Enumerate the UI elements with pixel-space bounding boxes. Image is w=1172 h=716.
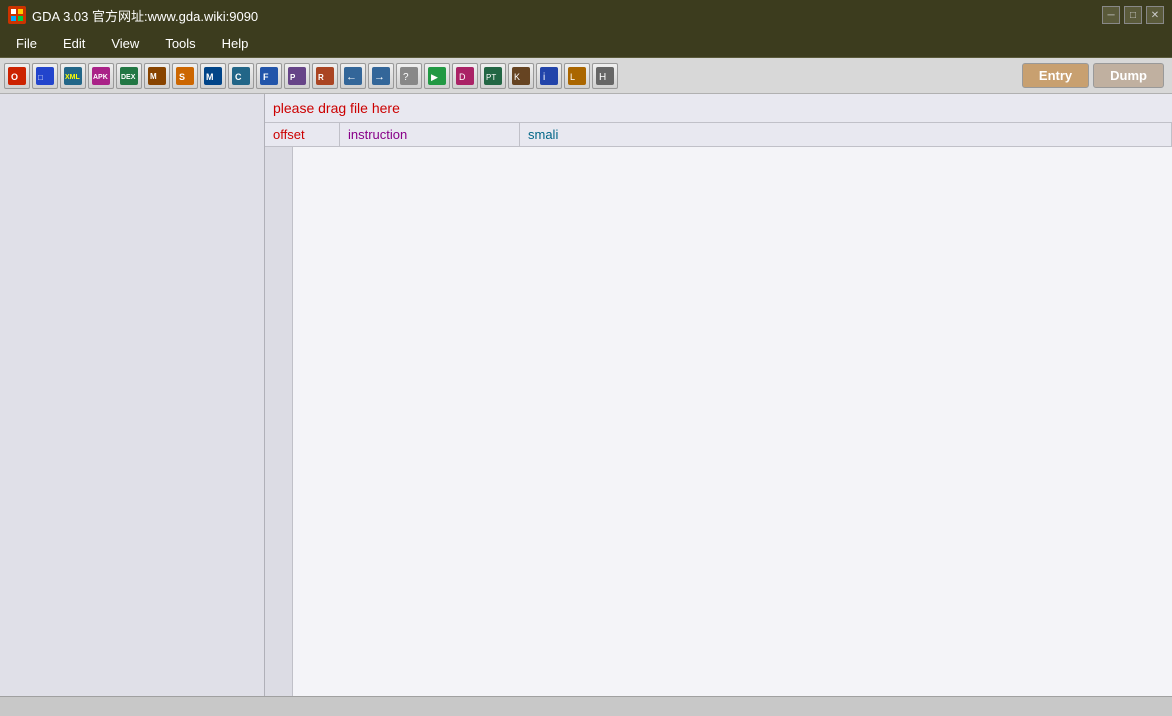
svg-text:←: ← bbox=[346, 71, 357, 83]
toolbar-manifest[interactable]: M bbox=[144, 63, 170, 89]
svg-text:K: K bbox=[514, 72, 520, 82]
top-right-buttons: Entry Dump bbox=[1022, 63, 1164, 88]
svg-text:PT: PT bbox=[486, 73, 496, 82]
menu-tools[interactable]: Tools bbox=[153, 32, 207, 55]
toolbar-search[interactable]: ? bbox=[396, 63, 422, 89]
window-title: GDA 3.03 官方网址:www.gda.wiki:9090 bbox=[32, 6, 258, 25]
svg-text:DEX: DEX bbox=[121, 74, 136, 81]
right-panel: please drag file here offset instruction… bbox=[265, 94, 1172, 696]
svg-text:M: M bbox=[206, 72, 214, 82]
svg-text:P: P bbox=[290, 73, 296, 82]
toolbar-debug[interactable]: D bbox=[452, 63, 478, 89]
toolbar-forward[interactable]: → bbox=[368, 63, 394, 89]
toolbar-field[interactable]: F bbox=[256, 63, 282, 89]
toolbar-string[interactable]: S bbox=[172, 63, 198, 89]
svg-text:i: i bbox=[543, 72, 545, 83]
svg-text:L: L bbox=[570, 72, 575, 82]
toolbar-pkg[interactable]: P bbox=[284, 63, 310, 89]
dump-button[interactable]: Dump bbox=[1093, 63, 1164, 88]
svg-text:H: H bbox=[599, 72, 606, 83]
svg-text:XML: XML bbox=[65, 74, 81, 81]
toolbar-res[interactable]: R bbox=[312, 63, 338, 89]
close-button[interactable]: ✕ bbox=[1146, 6, 1164, 24]
svg-text:S: S bbox=[179, 72, 185, 82]
menu-file[interactable]: File bbox=[4, 32, 49, 55]
toolbar-apk[interactable]: APK bbox=[88, 63, 114, 89]
toolbar: O □ XML APK DEX M S M C F P R ← → ? ▶ D bbox=[0, 58, 1172, 94]
toolbar-sign[interactable]: K bbox=[508, 63, 534, 89]
menu-bar: File Edit View Tools Help bbox=[0, 30, 1172, 58]
svg-text:R: R bbox=[318, 73, 324, 82]
svg-text:APK: APK bbox=[93, 74, 108, 81]
svg-text:O: O bbox=[11, 72, 18, 82]
svg-text:C: C bbox=[235, 72, 242, 82]
toolbar-method[interactable]: M bbox=[200, 63, 226, 89]
left-panel bbox=[0, 94, 265, 696]
line-numbers bbox=[265, 147, 293, 696]
menu-help[interactable]: Help bbox=[210, 32, 261, 55]
svg-text:D: D bbox=[459, 72, 466, 82]
smali-column-header: smali bbox=[520, 123, 1172, 146]
svg-text:M: M bbox=[150, 72, 157, 81]
toolbar-info[interactable]: i bbox=[536, 63, 562, 89]
maximize-button[interactable]: □ bbox=[1124, 6, 1142, 24]
column-headers: offset instruction smali bbox=[265, 123, 1172, 147]
svg-text:F: F bbox=[263, 72, 269, 82]
toolbar-help[interactable]: H bbox=[592, 63, 618, 89]
toolbar-open[interactable]: O bbox=[4, 63, 30, 89]
svg-text:□: □ bbox=[38, 73, 43, 82]
toolbar-run[interactable]: ▶ bbox=[424, 63, 450, 89]
toolbar-patch[interactable]: PT bbox=[480, 63, 506, 89]
window-controls: ─ □ ✕ bbox=[1102, 6, 1164, 24]
drag-area[interactable]: please drag file here bbox=[265, 94, 1172, 123]
title-bar: GDA 3.03 官方网址:www.gda.wiki:9090 ─ □ ✕ bbox=[0, 0, 1172, 30]
instruction-column-header: instruction bbox=[340, 123, 520, 146]
toolbar-back[interactable]: ← bbox=[340, 63, 366, 89]
offset-column-header: offset bbox=[265, 123, 340, 146]
svg-text:?: ? bbox=[403, 72, 409, 83]
minimize-button[interactable]: ─ bbox=[1102, 6, 1120, 24]
menu-view[interactable]: View bbox=[99, 32, 151, 55]
toolbar-class[interactable]: C bbox=[228, 63, 254, 89]
toolbar-xml[interactable]: XML bbox=[60, 63, 86, 89]
svg-text:→: → bbox=[374, 71, 385, 83]
code-area[interactable] bbox=[293, 147, 1172, 696]
svg-text:▶: ▶ bbox=[431, 72, 438, 82]
menu-edit[interactable]: Edit bbox=[51, 32, 97, 55]
code-content-area bbox=[265, 147, 1172, 696]
drag-area-text: please drag file here bbox=[273, 100, 400, 116]
entry-button[interactable]: Entry bbox=[1022, 63, 1089, 88]
toolbar-save[interactable]: □ bbox=[32, 63, 58, 89]
toolbar-dex[interactable]: DEX bbox=[116, 63, 142, 89]
toolbar-link[interactable]: L bbox=[564, 63, 590, 89]
title-bar-left: GDA 3.03 官方网址:www.gda.wiki:9090 bbox=[8, 6, 258, 25]
app-icon bbox=[8, 6, 26, 24]
main-content: please drag file here offset instruction… bbox=[0, 94, 1172, 696]
status-bar bbox=[0, 696, 1172, 716]
